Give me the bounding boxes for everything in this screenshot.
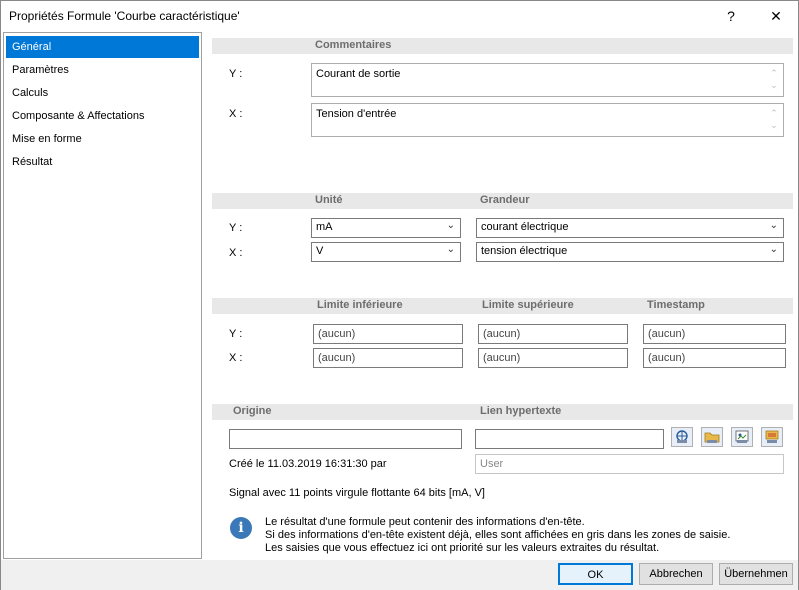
origin-input[interactable] [229, 429, 462, 449]
user-field[interactable]: User [475, 454, 784, 474]
link-remove-icon[interactable] [761, 427, 783, 447]
info-line-2: Si des informations d'en-tête existent d… [265, 529, 731, 541]
sidebar-item-general[interactable]: Général [6, 36, 199, 58]
lower-limit-y-field[interactable]: (aucun) [313, 324, 463, 344]
info-icon: i [230, 517, 252, 539]
upper-limit-y-field[interactable]: (aucun) [478, 324, 628, 344]
title-bar: Propriétés Formule 'Courbe caractéristiq… [1, 1, 798, 31]
sidebar-item-components[interactable]: Composante & Affectations [6, 105, 199, 127]
limit-y-label: Y : [229, 328, 243, 340]
help-button[interactable]: ? [711, 1, 751, 31]
quantity-header: Grandeur [480, 194, 530, 206]
sidebar-item-formatting[interactable]: Mise en forme [6, 128, 199, 150]
lower-limit-header: Limite inférieure [317, 299, 403, 311]
sidebar-item-parameters[interactable]: Paramètres [6, 59, 199, 81]
created-text: Créé le 11.03.2019 16:31:30 par [229, 458, 387, 470]
timestamp-header: Timestamp [647, 299, 705, 311]
quantity-x-select[interactable]: tension électrique ⌄ [476, 242, 784, 262]
upper-limit-x-field[interactable]: (aucun) [478, 348, 628, 368]
unit-y-label: Y : [229, 222, 243, 234]
chevron-down-icon: ⌄ [769, 244, 778, 255]
chevron-down-icon: ⌄ [446, 244, 455, 255]
signal-info-text: Signal avec 11 points virgule flottante … [229, 487, 485, 499]
scroll-arrows-icon[interactable]: ⌃ ⌄ [768, 107, 780, 131]
quantity-y-select[interactable]: courant électrique ⌄ [476, 218, 784, 238]
hyperlink-header: Lien hypertexte [480, 405, 562, 417]
comment-y-label: Y : [229, 68, 243, 80]
unit-x-label: X : [229, 247, 243, 259]
quantity-y-value: courant électrique [481, 221, 569, 233]
scroll-arrows-icon[interactable]: ⌃ ⌄ [768, 67, 780, 91]
comments-section-bar [212, 38, 793, 54]
comment-x-textarea[interactable]: Tension d'entrée ⌃ ⌄ [311, 103, 784, 137]
chevron-down-icon: ⌄ [446, 220, 455, 231]
close-button[interactable]: ✕ [756, 1, 796, 31]
link-folder-icon[interactable] [701, 427, 723, 447]
link-web-icon[interactable] [671, 427, 693, 447]
timestamp-x-field[interactable]: (aucun) [643, 348, 786, 368]
unit-header: Unité [315, 194, 343, 206]
sidebar-nav: Général Paramètres Calculs Composante & … [3, 32, 202, 559]
apply-button[interactable]: Übernehmen [719, 563, 793, 585]
timestamp-y-field[interactable]: (aucun) [643, 324, 786, 344]
unit-y-select[interactable]: mA ⌄ [311, 218, 461, 238]
cancel-button[interactable]: Abbrechen [639, 563, 713, 585]
info-line-1: Le résultat d'une formule peut contenir … [265, 516, 585, 528]
unit-x-select[interactable]: V ⌄ [311, 242, 461, 262]
properties-dialog: Propriétés Formule 'Courbe caractéristiq… [0, 0, 799, 590]
origin-header: Origine [233, 405, 272, 417]
limit-x-label: X : [229, 352, 243, 364]
quantity-x-value: tension électrique [481, 245, 568, 257]
info-line-3: Les saisies que vous effectuez ici ont p… [265, 542, 660, 554]
sidebar-item-result[interactable]: Résultat [6, 151, 199, 173]
chevron-down-icon: ⌄ [769, 220, 778, 231]
hyperlink-input[interactable] [475, 429, 664, 449]
dialog-title: Propriétés Formule 'Courbe caractéristiq… [9, 9, 240, 23]
ok-button[interactable]: OK [558, 563, 633, 585]
lower-limit-x-field[interactable]: (aucun) [313, 348, 463, 368]
comment-y-textarea[interactable]: Courant de sortie ⌃ ⌄ [311, 63, 784, 97]
link-file-icon[interactable] [731, 427, 753, 447]
comments-header: Commentaires [315, 39, 392, 51]
sidebar-item-calculations[interactable]: Calculs [6, 82, 199, 104]
comment-x-label: X : [229, 108, 243, 120]
unit-y-value: mA [316, 221, 333, 233]
upper-limit-header: Limite supérieure [482, 299, 574, 311]
comment-x-value: Tension d'entrée [316, 108, 397, 120]
unit-x-value: V [316, 245, 324, 257]
comment-y-value: Courant de sortie [316, 68, 401, 80]
